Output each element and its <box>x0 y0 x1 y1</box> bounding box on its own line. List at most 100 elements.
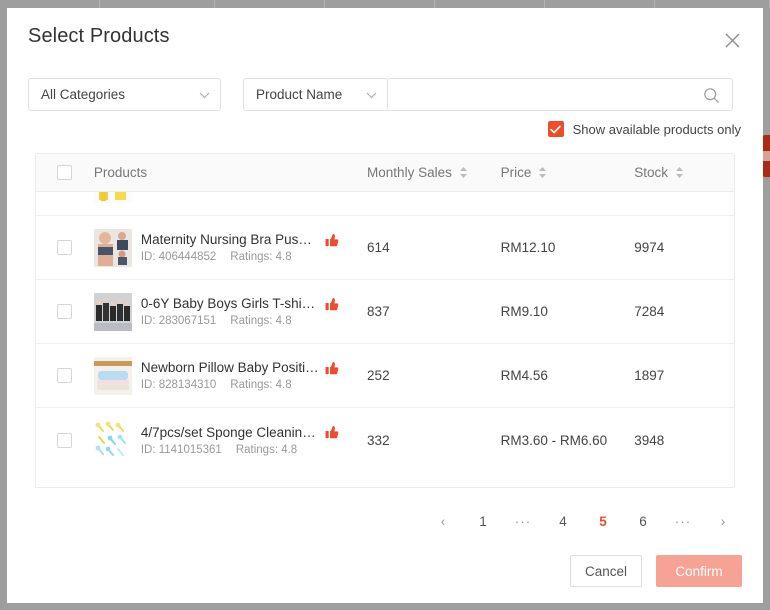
row-select-cell <box>36 304 94 319</box>
product-ratings: Ratings: 4.8 <box>230 379 291 391</box>
pagination-page-4[interactable]: 4 <box>553 508 573 534</box>
row-checkbox[interactable] <box>57 240 72 255</box>
table-row[interactable]: 4/7pcs/set Sponge Cleaning T... ID: 11410… <box>36 408 734 472</box>
maternity-bra-thumb <box>94 229 132 267</box>
thumbs-up-icon <box>325 297 339 311</box>
sponge-brush-thumb <box>94 421 132 459</box>
column-header-monthly-sales[interactable]: Monthly Sales <box>367 165 501 180</box>
pagination-page-6[interactable]: 6 <box>633 508 653 534</box>
select-all-cell <box>36 165 94 180</box>
row-select-cell <box>36 433 94 448</box>
sort-icon[interactable] <box>675 166 684 179</box>
stock-value: 1897 <box>634 368 734 383</box>
search-input[interactable] <box>398 86 702 103</box>
select-all-checkbox[interactable] <box>57 165 72 180</box>
chevron-down-icon <box>199 87 210 102</box>
page-title: Select Products <box>28 25 170 48</box>
product-cell: Maternity Nursing Bra Push Up ... ID: 406… <box>94 229 367 267</box>
price-value: RM12.10 <box>501 240 635 255</box>
product-id: ID: 406444852 <box>141 251 216 263</box>
filter-bar: All Categories Product Name <box>28 78 733 111</box>
product-ratings: Ratings: 4.8 <box>236 444 297 456</box>
search-box <box>388 78 733 111</box>
pagination-page-5[interactable]: 5 <box>593 508 613 534</box>
thumbs-up-icon <box>325 233 339 247</box>
price-value: RM4.56 <box>501 368 635 383</box>
stock-value: 7284 <box>634 304 734 319</box>
table-row[interactable]: Maternity Nursing Bra Push Up ... ID: 406… <box>36 216 734 280</box>
column-header-monthly-sales-label: Monthly Sales <box>367 165 452 180</box>
chevron-down-icon <box>366 87 377 102</box>
modal-header: Select Products <box>7 8 763 70</box>
backdrop-right-edge <box>763 8 770 603</box>
yellow-outfit-thumb <box>94 192 132 203</box>
check-icon <box>548 121 564 137</box>
product-id: ID: 1141015361 <box>141 444 222 456</box>
pagination-prev[interactable]: ‹ <box>433 508 453 534</box>
background-table-header <box>0 0 770 8</box>
row-select-cell <box>36 240 94 255</box>
column-header-products-label: Products <box>94 165 147 180</box>
show-available-products-label: Show available products only <box>573 122 741 137</box>
side-feedback-tab[interactable] <box>763 135 770 177</box>
row-select-cell <box>36 368 94 383</box>
row-checkbox[interactable] <box>57 368 72 383</box>
select-products-modal: Select Products All Categories Product N… <box>7 8 763 603</box>
backdrop-bottom-edge <box>0 603 770 610</box>
table-header-row: Products Monthly Sales Price Stock <box>36 154 734 192</box>
product-ratings: Ratings: 4.8 <box>230 315 291 327</box>
product-name: Newborn Pillow Baby Positione... <box>141 360 319 375</box>
table-row[interactable]: 0-6Y Baby Boys Girls T-shirt Let... ID: 2… <box>36 280 734 344</box>
products-table: Products Monthly Sales Price Stock <box>35 153 735 488</box>
search-field-select[interactable]: Product Name <box>243 78 388 111</box>
price-value: RM9.10 <box>501 304 635 319</box>
table-row[interactable]: ID: 273606401Ratings: 4.9 <box>36 192 734 216</box>
monthly-sales-value: 332 <box>367 433 501 448</box>
table-row[interactable]: Newborn Pillow Baby Positione... ID: 8281… <box>36 344 734 408</box>
monthly-sales-value: 614 <box>367 240 501 255</box>
price-value: RM3.60 - RM6.60 <box>501 433 635 448</box>
monthly-sales-value: 252 <box>367 368 501 383</box>
sort-icon[interactable] <box>538 166 547 179</box>
pagination: ‹ 1 ··· 456 ··· › <box>423 508 743 534</box>
pagination-next[interactable]: › <box>713 508 733 534</box>
product-cell: Newborn Pillow Baby Positione... ID: 8281… <box>94 357 367 395</box>
cancel-button[interactable]: Cancel <box>570 555 642 587</box>
modal-footer: Cancel Confirm <box>570 555 742 587</box>
kids-tshirt-thumb <box>94 293 132 331</box>
product-name: 0-6Y Baby Boys Girls T-shirt Let... <box>141 296 319 311</box>
product-cell: ID: 273606401Ratings: 4.9 <box>94 192 367 203</box>
pagination-ellipsis: ··· <box>513 508 533 534</box>
close-icon[interactable] <box>719 27 745 53</box>
column-header-price[interactable]: Price <box>501 165 635 180</box>
column-header-stock[interactable]: Stock <box>634 165 734 180</box>
side-tab-notch <box>763 151 770 161</box>
product-id: ID: 828134310 <box>141 379 216 391</box>
product-name: 4/7pcs/set Sponge Cleaning T... <box>141 425 319 440</box>
pagination-page-1[interactable]: 1 <box>473 508 493 534</box>
table-body: ID: 273606401Ratings: 4.9 Maternity Nursi… <box>36 192 734 488</box>
product-cell: 0-6Y Baby Boys Girls T-shirt Let... ID: 2… <box>94 293 367 331</box>
show-available-products-checkbox[interactable]: Show available products only <box>548 121 741 137</box>
category-select-value: All Categories <box>41 87 125 102</box>
thumbs-up-icon <box>325 361 339 375</box>
column-header-products: Products <box>94 165 367 180</box>
backdrop-left-edge <box>0 8 7 603</box>
row-checkbox[interactable] <box>57 304 72 319</box>
monthly-sales-value: 837 <box>367 304 501 319</box>
search-field-select-value: Product Name <box>256 87 342 102</box>
column-header-stock-label: Stock <box>634 165 668 180</box>
sort-icon[interactable] <box>459 166 468 179</box>
baby-pillow-thumb <box>94 357 132 395</box>
search-icon[interactable] <box>703 87 720 109</box>
thumbs-up-icon <box>325 425 339 439</box>
product-cell: 4/7pcs/set Sponge Cleaning T... ID: 11410… <box>94 421 367 459</box>
pagination-ellipsis: ··· <box>673 508 693 534</box>
confirm-button[interactable]: Confirm <box>656 555 742 587</box>
category-select[interactable]: All Categories <box>28 78 221 111</box>
row-checkbox[interactable] <box>57 433 72 448</box>
stock-value: 9974 <box>634 240 734 255</box>
stock-value: 3948 <box>634 433 734 448</box>
product-name: Maternity Nursing Bra Push Up ... <box>141 232 319 247</box>
product-id: ID: 283067151 <box>141 315 216 327</box>
